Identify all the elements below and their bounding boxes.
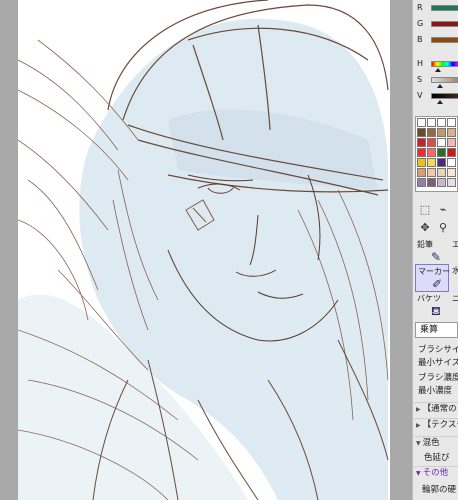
palette-swatch[interactable] [437,168,446,177]
palette-swatch[interactable] [447,118,456,127]
tool-watercolor-label: 水 [452,266,458,275]
slider-red-fill [432,6,458,10]
tool-watercolor[interactable]: 水 [450,264,458,290]
slider-red-track[interactable] [431,5,458,11]
palette-swatch[interactable] [427,118,436,127]
slider-value-label: V [417,91,423,100]
slider-saturation-fill [432,78,458,82]
slider-hue-label: H [417,59,424,68]
slider-green-label: G [417,19,424,28]
expand-right-icon: ▶ [416,406,421,413]
color-palette [415,116,458,192]
slider-blue[interactable]: B [413,34,458,48]
prop-color-extend[interactable]: 色延び [424,451,450,463]
slider-value[interactable]: V [413,90,458,104]
palette-swatch[interactable] [417,138,426,147]
palette-swatch[interactable] [437,128,446,137]
slider-hue[interactable]: H [413,58,458,72]
palette-swatch[interactable] [417,168,426,177]
palette-swatch[interactable] [417,178,426,187]
palette-swatch[interactable] [417,128,426,137]
slider-hue-track[interactable] [431,61,458,67]
tool-pencil-label: 鉛筆 [417,240,433,249]
palette-swatch[interactable] [427,148,436,157]
pencil-icon: ✎ [431,250,442,264]
palette-swatch[interactable] [427,158,436,167]
palette-swatch[interactable] [447,168,456,177]
palette-swatch[interactable] [417,148,426,157]
section-texture-label: 【テクスチ [422,420,458,430]
blue-wash [18,18,388,500]
expand-right-icon: ▶ [416,422,421,429]
palette-swatch[interactable] [437,178,446,187]
palette-swatch[interactable] [447,138,456,147]
palette-swatch[interactable] [437,138,446,147]
slider-saturation[interactable]: S [413,74,458,88]
slider-green-track[interactable] [431,21,458,27]
palette-swatch[interactable] [417,118,426,127]
slider-hue-fill [432,62,458,66]
blend-mode-select[interactable]: 乗算 [415,322,458,338]
zoom-icon[interactable]: ⚲ [436,220,450,234]
slider-red[interactable]: R [413,2,458,16]
sketch-artwork [18,0,389,500]
tool-pencil[interactable]: 鉛筆 ✎ [415,238,449,264]
tool-bucket[interactable]: バケツ ⛾ [415,292,449,318]
tool-other[interactable]: ニ [450,292,458,318]
canvas-workspace [0,0,412,500]
select-rect-icon[interactable]: ⬚ [418,202,432,216]
palette-swatch[interactable] [437,158,446,167]
tool-bucket-label: バケツ [417,294,441,303]
lasso-icon[interactable]: ⌁ [436,202,450,216]
tool-eraser-label: エ [452,240,458,249]
prop-min-size[interactable]: 最小サイズ [418,356,458,368]
slider-saturation-label: S [417,75,423,84]
slider-hue-knob[interactable] [435,68,441,72]
drawing-canvas[interactable] [18,0,390,500]
slider-red-label: R [417,3,423,12]
palette-swatch[interactable] [437,118,446,127]
palette-swatch[interactable] [437,148,446,157]
move-icon[interactable]: ✥ [418,220,432,234]
tool-marker[interactable]: マーカー ✐ [415,264,450,292]
collapse-down-icon: ▼ [416,440,421,447]
section-other-label: その他 [422,468,449,478]
tool-eraser[interactable]: エ [450,238,458,264]
slider-value-fill [432,94,458,98]
tool-other-label: ニ [452,294,458,303]
slider-green-fill [432,22,458,26]
section-mix-label: 混色 [422,438,440,448]
palette-swatch[interactable] [427,128,436,137]
bucket-icon: ⛾ [431,304,441,318]
section-normal[interactable]: ▶ 【通常の [414,402,458,416]
prop-brush-size[interactable]: ブラシサイズ [418,343,458,355]
collapse-down-icon: ▼ [416,470,421,477]
slider-blue-fill [432,38,458,42]
palette-swatch[interactable] [447,178,456,187]
prop-brush-density[interactable]: ブラシ濃度 [418,371,458,383]
palette-swatch[interactable] [447,128,456,137]
section-texture[interactable]: ▶【テクスチ [414,418,458,432]
palette-swatch[interactable] [427,138,436,147]
slider-value-knob[interactable] [437,100,443,104]
slider-blue-track[interactable] [431,37,458,43]
palette-swatch[interactable] [447,158,456,167]
prop-min-density[interactable]: 最小濃度 [418,384,452,396]
section-normal-label: 【通常の [422,404,457,414]
slider-saturation-knob[interactable] [437,84,443,88]
slider-saturation-track[interactable] [431,77,458,83]
palette-swatch[interactable] [417,158,426,167]
prop-outline-hardness[interactable]: 輪郭の硬 [422,483,456,495]
tool-marker-label: マーカー [418,267,450,276]
slider-green[interactable]: G [413,18,458,32]
section-other[interactable]: ▼ その他 [414,466,458,480]
slider-blue-label: B [417,35,423,44]
palette-swatch[interactable] [427,168,436,177]
section-mix[interactable]: ▼ 混色 [414,436,458,450]
palette-swatch[interactable] [447,148,456,157]
marker-icon: ✐ [432,277,443,291]
slider-value-track[interactable] [431,93,458,99]
palette-swatch[interactable] [427,178,436,187]
